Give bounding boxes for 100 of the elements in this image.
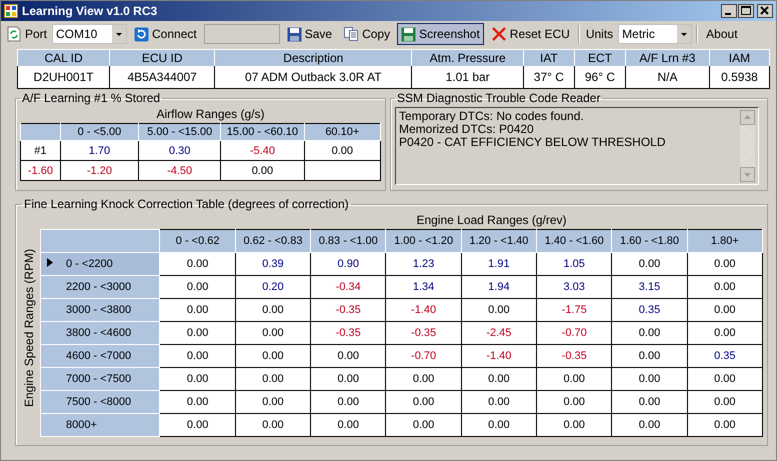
table-caption: Engine Load Ranges (g/rev) — [415, 212, 568, 229]
row-header[interactable]: 8000+ — [40, 414, 160, 436]
screenshot-button[interactable]: Screenshot — [397, 23, 484, 45]
table-cell: 0.00 — [612, 414, 688, 436]
table-cell: 0.00 — [160, 276, 236, 298]
row-header[interactable]: 7000 - <7500 — [40, 368, 160, 390]
table-cell: 0.00 — [386, 390, 462, 414]
row-header[interactable]: 3800 - <4600 — [40, 322, 160, 344]
table-cell: -4.50 — [138, 160, 221, 180]
table-cell: -0.35 — [310, 322, 386, 344]
about-button[interactable]: About — [702, 23, 742, 45]
table-cell: -1.75 — [536, 298, 612, 322]
table-cell: -1.40 — [386, 298, 462, 322]
table-cell: 0.35 — [612, 298, 688, 322]
column-header: Description — [214, 50, 412, 66]
table-cell: 0.00 — [386, 414, 462, 436]
close-icon[interactable] — [757, 4, 773, 18]
text-area[interactable]: Temporary DTCs: No codes found. Memorized DTCs: P0420 P0420 - CAT EFFICIENCY BELOW THRESHOLD — [395, 107, 759, 185]
column-header: 1.00 - <1.20 — [386, 230, 462, 252]
column-header: 1.60 - <1.80 — [612, 230, 688, 252]
table-cell: -0.35 — [386, 322, 462, 344]
column-header: ECT — [574, 50, 626, 66]
table-cell: 0.00 — [612, 390, 688, 414]
table-cell: 0.00 — [461, 390, 537, 414]
table-cell: N/A — [626, 66, 710, 88]
table-cell: 0.00 — [687, 414, 762, 436]
table-cell: 0.00 — [160, 298, 236, 322]
column-header: 5.00 - <15.00 — [138, 124, 221, 140]
table-cell: -0.34 — [310, 276, 386, 298]
table-cell: -1.60 — [20, 160, 60, 180]
table-cell: 0.00 — [612, 368, 688, 390]
text-field[interactable] — [204, 24, 280, 44]
table-cell: 1.01 bar — [412, 66, 524, 88]
cross-icon — [490, 26, 507, 42]
dropdown-field[interactable]: COM10 — [52, 24, 128, 44]
toolbar-label: Units — [584, 27, 614, 41]
row-header[interactable]: 2200 - <3000 — [40, 276, 160, 298]
table-cell: 0.39 — [235, 252, 311, 276]
table-cell: -2.45 — [461, 322, 537, 344]
group-title: SSM Diagnostic Trouble Code Reader — [396, 91, 602, 105]
save-button[interactable]: Save — [282, 23, 336, 45]
table-cell: D2UH001T — [18, 66, 110, 88]
reset-ecu-button[interactable]: Reset ECU — [486, 23, 574, 45]
column-header: 0 - <5.00 — [60, 124, 139, 140]
table-cell: 0.00 — [536, 414, 612, 436]
copy-button[interactable]: Copy — [339, 23, 394, 45]
table-cell: 3.15 — [612, 276, 688, 298]
table-cell: 4B5A344007 — [110, 66, 215, 88]
column-header: Atm. Pressure — [412, 50, 524, 66]
table-cell: 0.30 — [138, 140, 221, 160]
table-cell: -0.70 — [536, 322, 612, 344]
table-cell: 1.05 — [536, 252, 612, 276]
table-cell: 96° C — [574, 66, 626, 88]
table-cell: 0.00 — [461, 368, 537, 390]
table-cell: 0.20 — [235, 276, 311, 298]
dropdown-field[interactable]: Metric — [618, 24, 692, 44]
table-cell: 0.00 — [310, 344, 386, 368]
maximize-icon[interactable] — [738, 4, 754, 18]
table-cell: 0.00 — [235, 298, 311, 322]
axis-label: Engine Speed Ranges (RPM) — [22, 248, 37, 410]
column-header: 60.10+ — [304, 124, 380, 140]
table-cell: -1.40 — [461, 344, 537, 368]
table-cell: 0.00 — [235, 390, 311, 414]
table-cell: 3.03 — [536, 276, 612, 298]
table-cell: 0.00 — [536, 390, 612, 414]
table-cell: 0.00 — [612, 252, 688, 276]
table-cell: 0.00 — [461, 298, 537, 322]
table-cell: 0.00 — [536, 368, 612, 390]
column-header: ECU ID — [110, 50, 215, 66]
column-header: CAL ID — [18, 50, 110, 66]
table-cell: 0.00 — [160, 322, 236, 344]
column-header: IAT — [523, 50, 574, 66]
table-cell: 0.00 — [612, 344, 688, 368]
column-header — [20, 124, 60, 140]
column-header: 0.62 - <0.83 — [235, 230, 311, 252]
table-cell: 0.00 — [687, 298, 762, 322]
connect-button[interactable]: Connect — [130, 23, 201, 45]
row-header[interactable]: 4600 - <7000 — [40, 344, 160, 368]
column-header: IAM — [709, 50, 770, 66]
toolbar-label: Port — [5, 26, 50, 42]
table-cell: 0.00 — [160, 390, 236, 414]
table-cell: 0.00 — [310, 390, 386, 414]
row-header[interactable]: 0 - <2200 — [40, 252, 160, 276]
table-cell: -0.70 — [386, 344, 462, 368]
table-cell: 0.00 — [160, 368, 236, 390]
table-cell: 0.00 — [310, 414, 386, 436]
row-header[interactable]: 7500 - <8000 — [40, 390, 160, 414]
window-title: Learning View v1.0 RC3 — [22, 4, 158, 18]
row-pointer-icon — [47, 258, 53, 267]
table-cell: #1 — [20, 140, 60, 160]
table-cell: 0.35 — [687, 344, 762, 368]
group-title: Fine Learning Knock Correction Table (degrees of correction) — [23, 197, 350, 211]
row-header[interactable]: 3000 - <3800 — [40, 298, 160, 322]
column-header: 1.20 - <1.40 — [461, 230, 537, 252]
minimize-icon[interactable] — [721, 4, 737, 18]
table-cell: 0.5938 — [709, 66, 770, 88]
table-cell: -0.35 — [310, 298, 386, 322]
table-cell: -5.40 — [220, 140, 304, 160]
table-cell: 0.00 — [304, 140, 380, 160]
table-cell: 1.23 — [386, 252, 462, 276]
